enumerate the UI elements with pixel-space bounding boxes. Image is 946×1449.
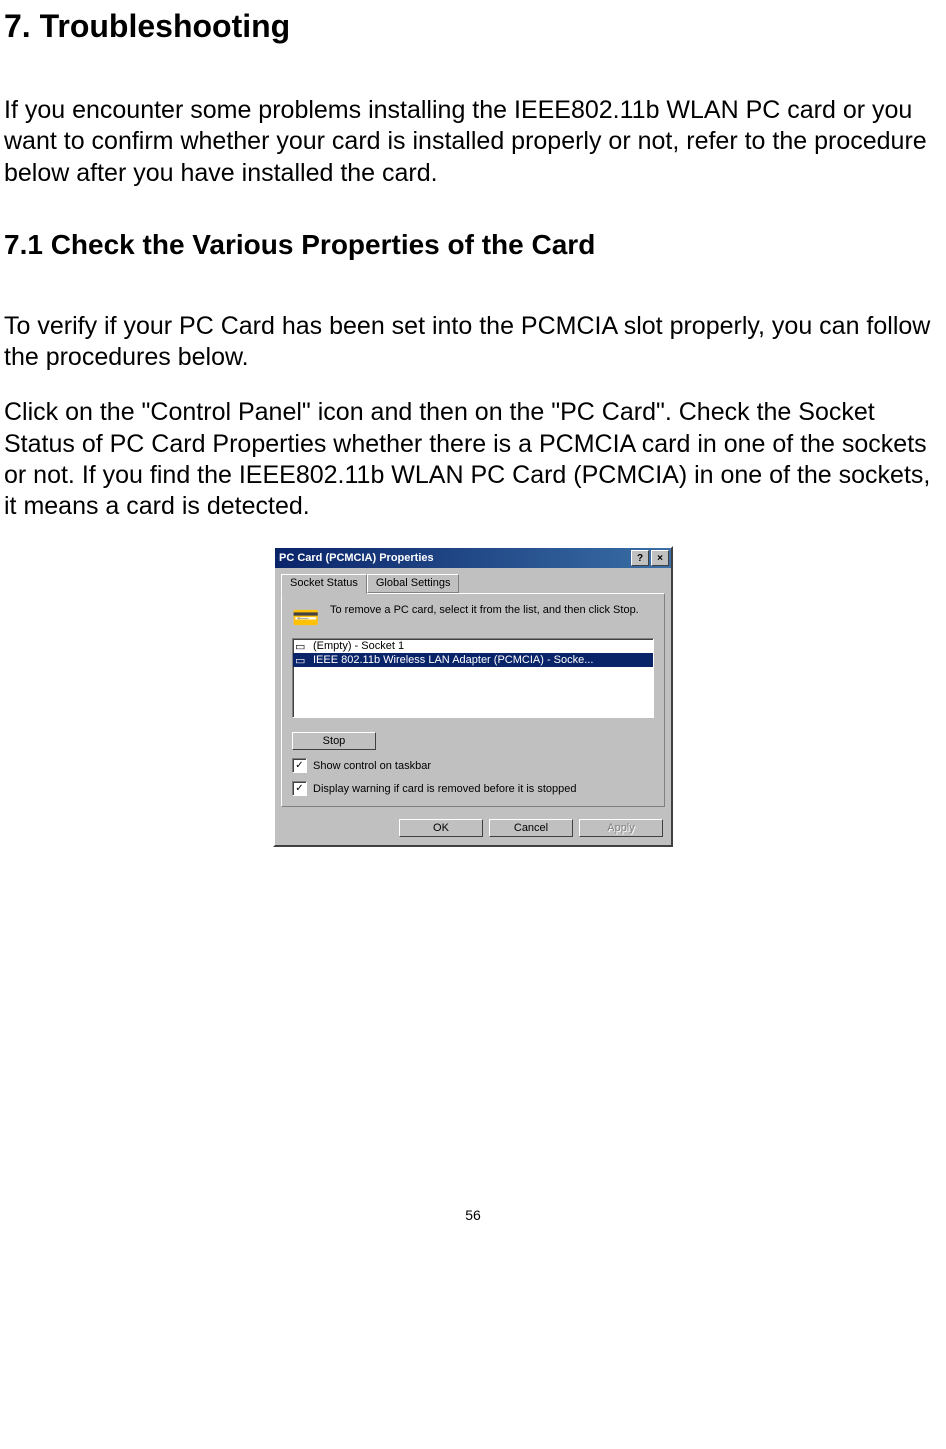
tab-global-settings[interactable]: Global Settings	[367, 574, 460, 593]
checkbox-row-taskbar[interactable]: ✓ Show control on taskbar	[292, 758, 654, 773]
close-button[interactable]: ×	[651, 550, 669, 566]
checkbox-row-warning[interactable]: ✓ Display warning if card is removed bef…	[292, 781, 654, 796]
section-heading: 7. Troubleshooting	[4, 8, 942, 45]
pc-card-properties-dialog: PC Card (PCMCIA) Properties ? × Socket S…	[273, 546, 673, 847]
tab-row: Socket Status Global Settings	[275, 568, 671, 593]
body-paragraph-2: Click on the "Control Panel" icon and th…	[4, 397, 942, 522]
checkbox-label: Display warning if card is removed befor…	[313, 783, 577, 795]
instruction-text: To remove a PC card, select it from the …	[330, 604, 639, 632]
checkbox-label: Show control on taskbar	[313, 760, 431, 772]
page-number: 56	[4, 1207, 942, 1223]
stop-button[interactable]: Stop	[292, 732, 376, 750]
intro-paragraph: If you encounter some problems installin…	[4, 95, 942, 189]
ok-button[interactable]: OK	[399, 819, 483, 837]
dialog-title: PC Card (PCMCIA) Properties	[277, 552, 434, 564]
list-item-label: IEEE 802.11b Wireless LAN Adapter (PCMCI…	[313, 654, 593, 666]
cancel-button[interactable]: Cancel	[489, 819, 573, 837]
slot-icon: ▭	[295, 654, 309, 666]
socket-listbox[interactable]: ▭ (Empty) - Socket 1 ▭ IEEE 802.11b Wire…	[292, 638, 654, 718]
list-item[interactable]: ▭ IEEE 802.11b Wireless LAN Adapter (PCM…	[293, 653, 653, 667]
help-button[interactable]: ?	[631, 550, 649, 566]
apply-button[interactable]: Apply	[579, 819, 663, 837]
body-paragraph-1: To verify if your PC Card has been set i…	[4, 311, 942, 374]
checkbox-display-warning[interactable]: ✓	[292, 781, 307, 796]
pc-card-icon: 💳	[292, 604, 320, 632]
tab-panel-socket-status: 💳 To remove a PC card, select it from th…	[281, 593, 665, 807]
tab-socket-status[interactable]: Socket Status	[281, 574, 367, 594]
instruction-row: 💳 To remove a PC card, select it from th…	[292, 604, 654, 632]
slot-icon: ▭	[295, 640, 309, 652]
dialog-button-row: OK Cancel Apply	[275, 813, 671, 845]
list-item[interactable]: ▭ (Empty) - Socket 1	[293, 639, 653, 653]
subsection-heading: 7.1 Check the Various Properties of the …	[4, 229, 942, 261]
dialog-titlebar: PC Card (PCMCIA) Properties ? ×	[275, 548, 671, 568]
checkbox-show-taskbar[interactable]: ✓	[292, 758, 307, 773]
list-item-label: (Empty) - Socket 1	[313, 640, 404, 652]
